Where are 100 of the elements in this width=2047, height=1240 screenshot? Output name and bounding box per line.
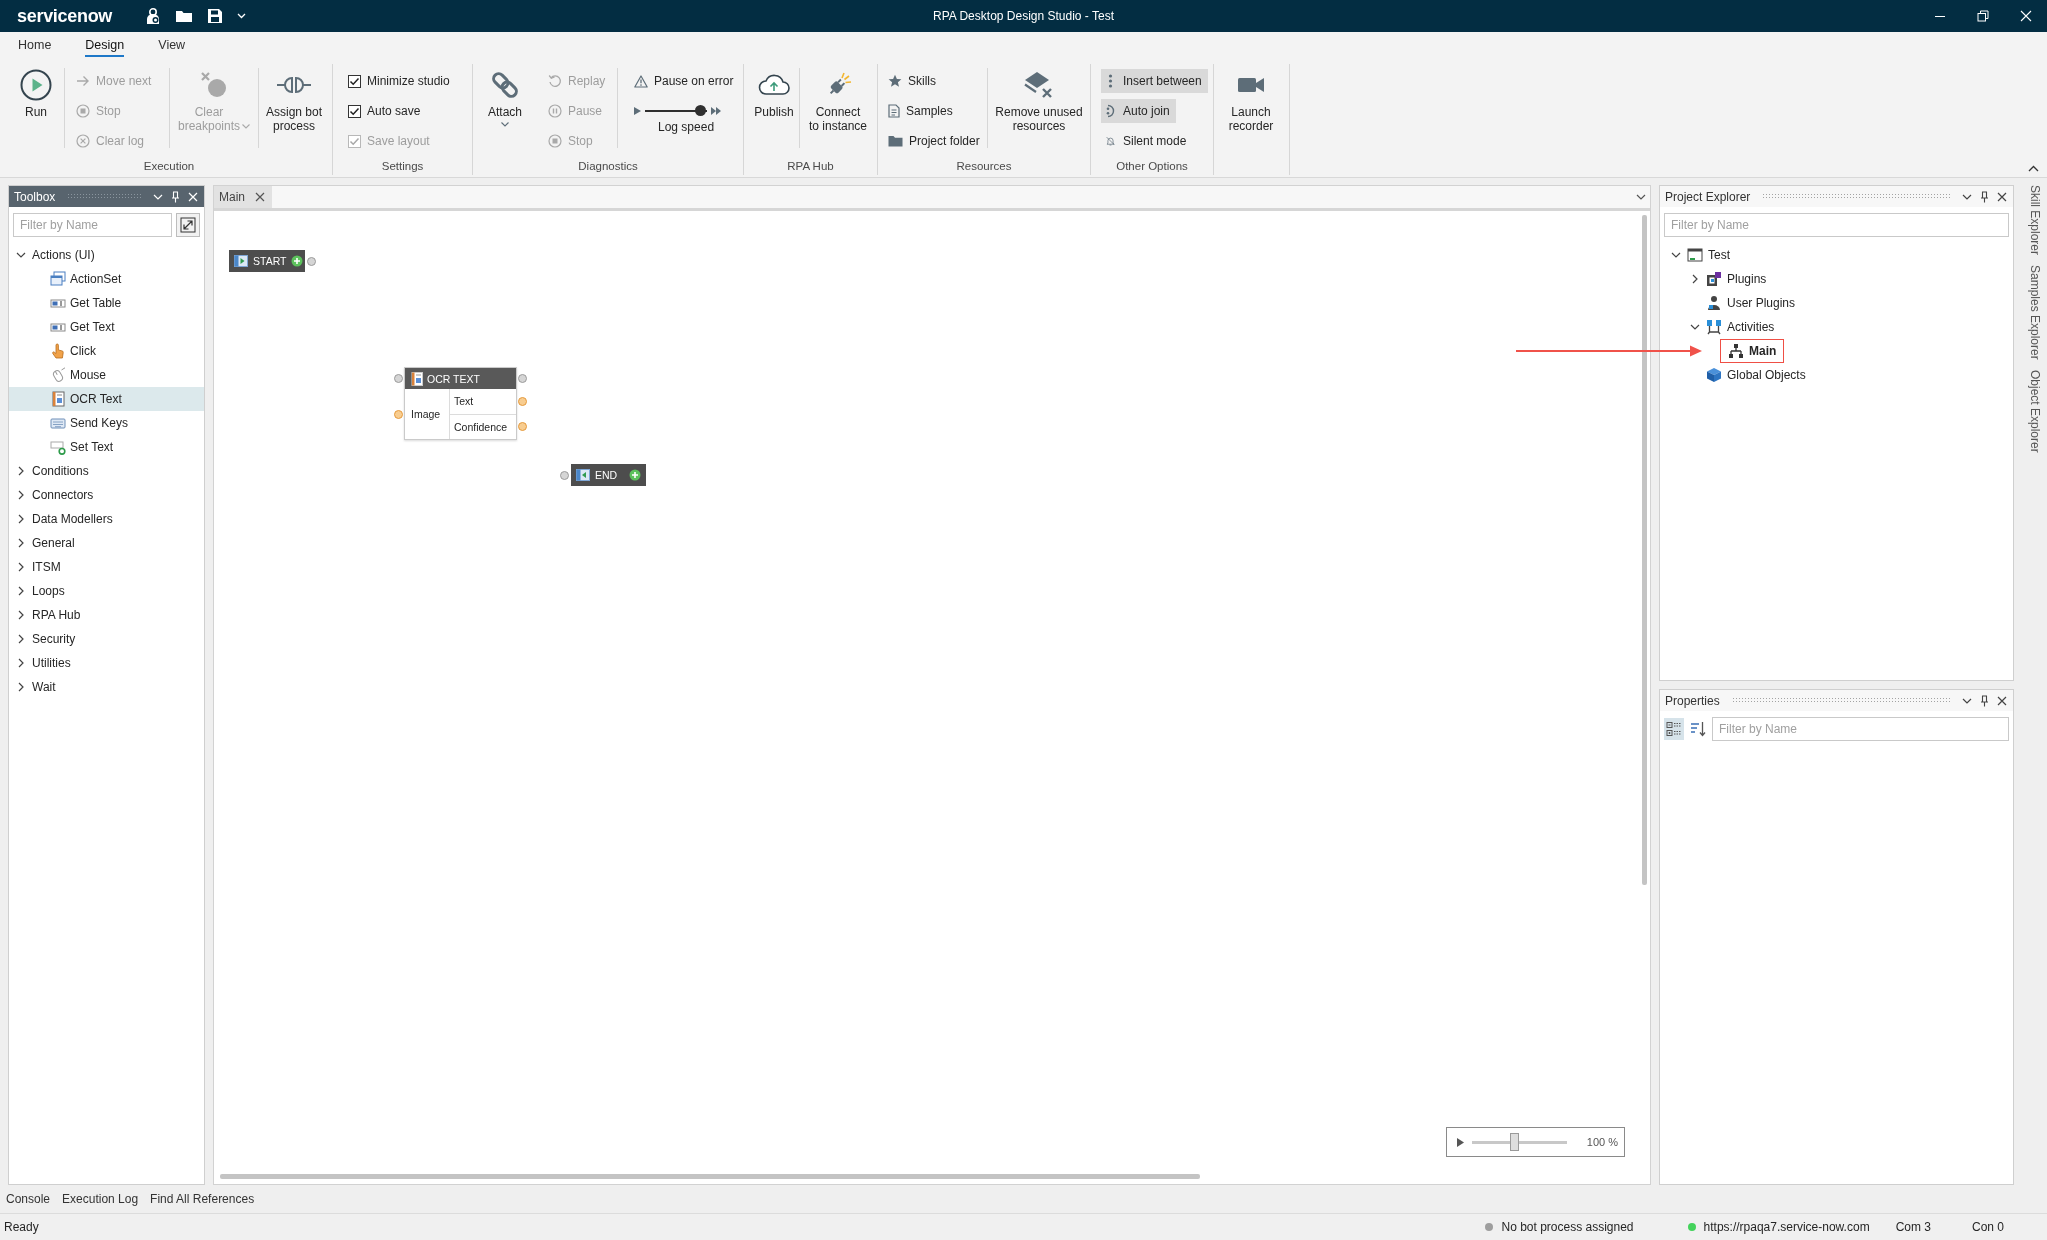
ribbon-tab[interactable]: Home [1,32,69,58]
start-node[interactable]: START [229,250,305,272]
remove-unused-button[interactable]: Remove unused resources [991,64,1087,133]
tree-item[interactable]: Security [9,627,204,651]
pause-icon [548,104,562,118]
tree-item[interactable]: ActionSet [9,267,204,291]
checkbox-label[interactable]: Minimize studio [367,74,450,88]
activity-node[interactable]: OCR TEXT Image Text Confidence [404,367,517,440]
plus-circle-icon[interactable] [291,255,304,267]
user-icon[interactable] [145,7,162,25]
skills-button[interactable]: Skills [884,69,940,93]
checkbox[interactable] [348,74,361,88]
launch-recorder-button[interactable]: Launch recorder [1221,64,1281,133]
chevron-right-icon[interactable] [1691,274,1699,284]
status-counter: Com 3 [1895,1220,1931,1234]
attach-button[interactable]: Attach [480,64,530,127]
tree-item[interactable]: Global Objects [1701,363,1811,387]
chevron-down-icon[interactable] [1690,323,1700,331]
tree-item[interactable]: Wait [9,675,204,699]
tree-item[interactable]: Set Text [9,435,204,459]
filter-field[interactable]: Filter by Name [13,213,172,237]
toggle-button[interactable]: Pause on error [630,69,738,93]
side-tab[interactable]: Samples Explorer [2022,265,2047,360]
side-tab[interactable]: Skill Explorer [2022,185,2047,256]
folder-icon[interactable] [175,9,194,23]
toggle-button[interactable]: Insert between [1101,69,1208,93]
chevron-right-icon[interactable] [17,562,25,572]
end-node[interactable]: END [571,464,646,486]
pin-icon[interactable] [1980,190,1989,203]
filter-field[interactable]: Filter by Name [1664,213,2009,237]
close-icon[interactable] [1997,191,2007,202]
chevron-down-icon[interactable] [1671,251,1681,259]
chevron-down-icon[interactable] [1636,194,1646,200]
tree-item[interactable]: OCR Text [9,387,204,411]
ribbon-tab[interactable]: View [141,32,203,58]
tree-item[interactable]: ITSM [9,555,204,579]
save-icon[interactable] [207,8,224,24]
panel-title: Properties [1665,693,1720,708]
tree-item[interactable]: User Plugins [1701,291,1801,315]
toggle-button[interactable]: Silent mode [1101,129,1193,153]
tree-item[interactable]: Connectors [9,483,204,507]
window-title: RPA Desktop Design Studio - Test [933,9,1114,23]
chevron-right-icon[interactable] [17,610,25,620]
chevron-right-icon[interactable] [17,490,25,500]
tree-item[interactable]: Actions (UI) [9,243,204,267]
bottom-tab[interactable]: Console [6,1192,51,1206]
chevron-up-icon[interactable] [2028,165,2039,172]
chevron-right-icon[interactable] [17,514,25,524]
chevron-right-icon[interactable] [17,682,25,692]
chevron-down-icon[interactable] [1962,697,1972,704]
tree-item[interactable]: Click [9,339,204,363]
toggle-button[interactable]: Auto join [1101,99,1176,123]
tree-item[interactable]: Mouse [9,363,204,387]
chevron-right-icon[interactable] [17,634,25,644]
checkbox-label[interactable]: Auto save [367,104,421,118]
tree-item[interactable]: Utilities [9,651,204,675]
tree-item[interactable]: Main [1720,339,1785,363]
tree-item[interactable]: Activities [1701,315,1780,339]
expand-button[interactable] [176,213,200,237]
play-icon[interactable] [1457,1137,1464,1147]
pin-icon[interactable] [1980,694,1989,707]
chevron-down-icon[interactable] [1962,193,1972,200]
document-tab[interactable]: Main [214,186,272,208]
chevron-right-icon[interactable] [17,466,25,476]
tree-item[interactable]: Plugins [1701,267,1772,291]
assign-bot-process-button[interactable]: Assign bot process [262,64,326,133]
chevron-right-icon[interactable] [17,658,25,668]
scrollbar-thumb[interactable] [220,1174,1200,1179]
chevron-right-icon[interactable] [17,538,25,548]
tree-item[interactable]: Conditions [9,459,204,483]
plus-circle-icon[interactable] [629,469,641,481]
tree-item[interactable]: General [9,531,204,555]
tree-item[interactable]: Test [1682,243,1735,267]
chevron-right-icon[interactable] [17,586,25,596]
tree-item[interactable]: Data Modellers [9,507,204,531]
tree-item[interactable]: Get Table [9,291,204,315]
publish-button[interactable]: Publish [752,64,796,119]
side-tab[interactable]: Object Explorer [2022,369,2047,453]
bottom-tab[interactable]: Find All References [150,1192,255,1206]
slider-thumb[interactable] [1509,1132,1519,1151]
tree-item[interactable]: Loops [9,579,204,603]
tree-item[interactable]: Send Keys [9,411,204,435]
tree-item[interactable]: Get Text [9,315,204,339]
slider-thumb[interactable] [694,105,706,116]
tree-item[interactable]: RPA Hub [9,603,204,627]
view-button[interactable] [1664,718,1684,740]
filter-field[interactable]: Filter by Name [1712,717,2009,741]
windows-icon [50,271,66,287]
bottom-tab[interactable]: Execution Log [62,1192,139,1206]
scrollbar-thumb[interactable] [1642,215,1647,885]
checkbox[interactable] [348,104,361,118]
samples-button[interactable]: Samples [884,99,957,123]
run-button[interactable]: Run [11,64,61,119]
ribbon-tab[interactable]: Design [68,32,142,58]
close-icon[interactable] [255,192,265,202]
close-icon[interactable] [1997,695,2007,706]
connect-button[interactable]: Connect to instance [803,64,873,133]
chevron-down-icon[interactable] [16,251,26,259]
project-folder-button[interactable]: Project folder [884,129,984,153]
caret-down-icon[interactable] [237,13,247,19]
